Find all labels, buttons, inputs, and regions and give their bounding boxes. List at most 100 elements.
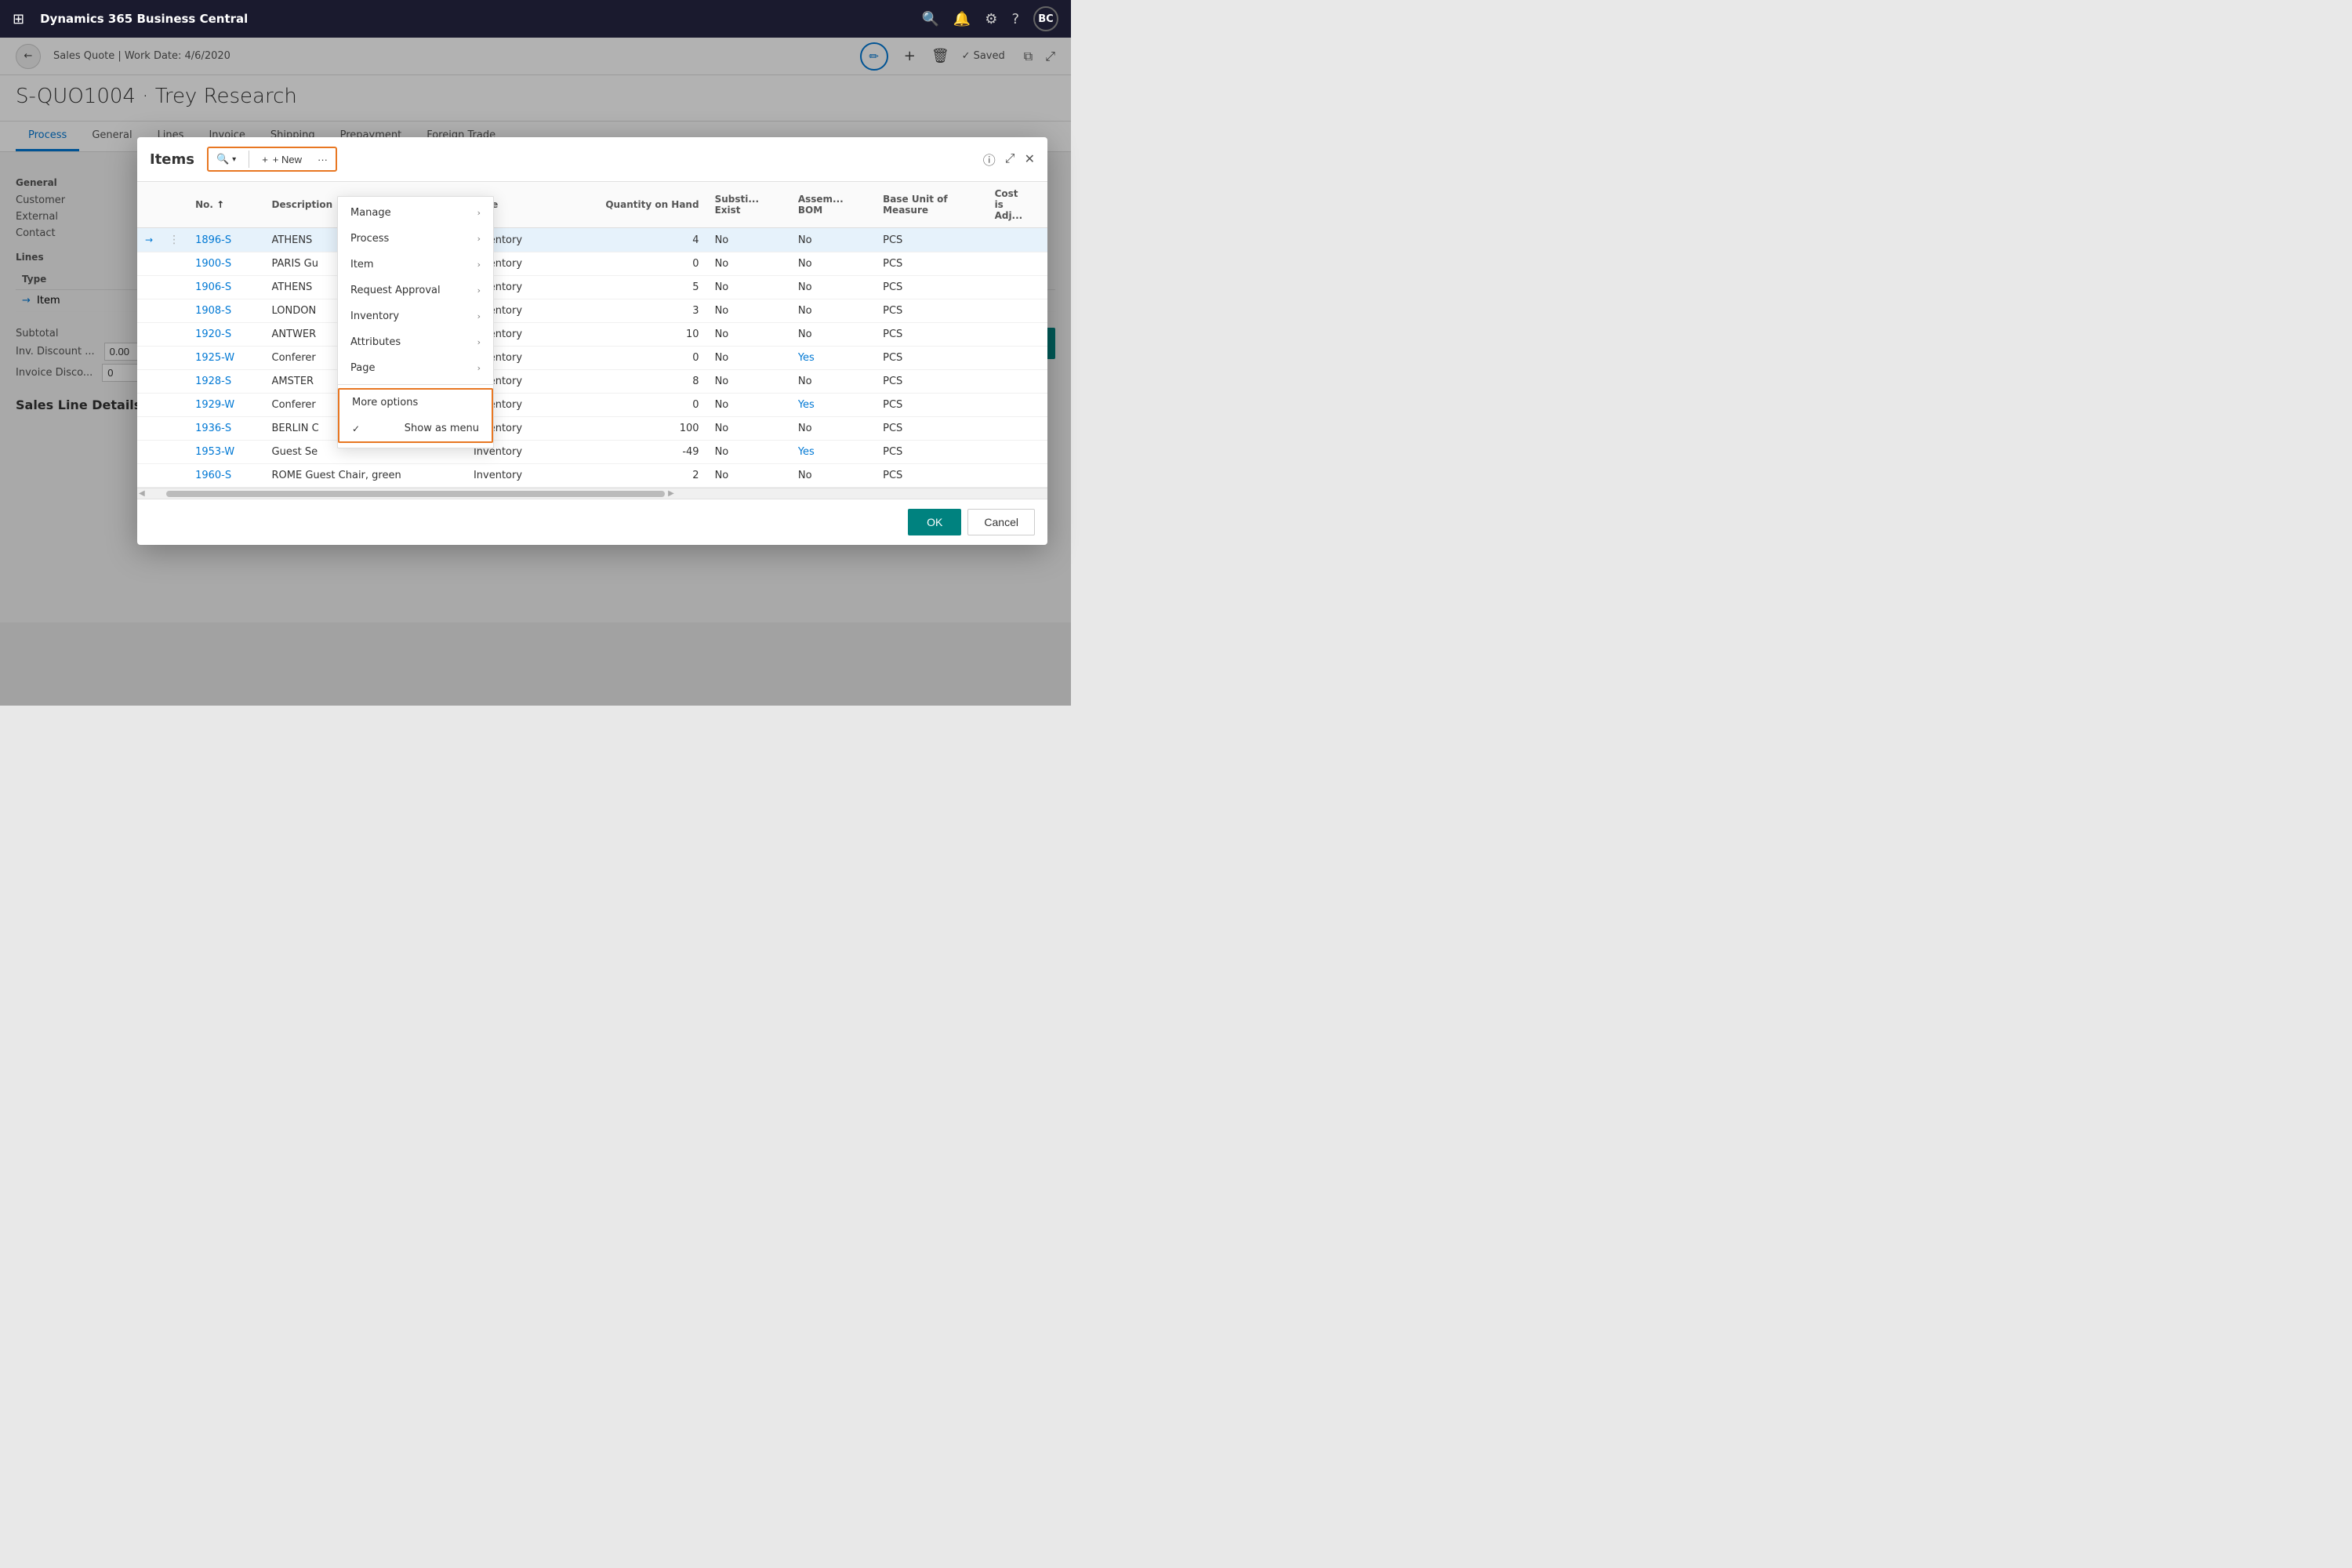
search-button[interactable]: 🔍 ▾ <box>210 150 242 169</box>
col-no[interactable]: No. ↑ <box>187 182 263 228</box>
no-cell[interactable]: 1908-S <box>187 299 263 323</box>
col-uom[interactable]: Base Unit ofMeasure <box>875 182 986 228</box>
col-indicator <box>137 182 161 228</box>
menu-item-item[interactable]: Item › <box>338 252 493 278</box>
table-row[interactable]: 1936-SBERLIN CInventory100NoNoPCS <box>137 417 1047 441</box>
subst-cell: No <box>707 228 790 252</box>
table-row[interactable]: 1960-SROME Guest Chair, greenInventory2N… <box>137 464 1047 488</box>
no-cell[interactable]: 1960-S <box>187 464 263 488</box>
info-icon[interactable]: ⓘ <box>983 150 996 169</box>
item-no-link[interactable]: 1920-S <box>195 328 231 340</box>
no-cell[interactable]: 1928-S <box>187 370 263 394</box>
item-no-link[interactable]: 1900-S <box>195 258 231 270</box>
item-no-link[interactable]: 1960-S <box>195 470 231 481</box>
no-cell[interactable]: 1920-S <box>187 323 263 347</box>
scroll-right-arrow[interactable]: ▶ <box>668 489 674 498</box>
qty-cell: 100 <box>555 417 707 441</box>
modal-footer: OK Cancel <box>137 499 1047 545</box>
menu-item-inventory[interactable]: Inventory › <box>338 303 493 329</box>
item-no-link[interactable]: 1936-S <box>195 423 231 434</box>
menu-item-attributes[interactable]: Attributes › <box>338 329 493 355</box>
item-no-link[interactable]: 1906-S <box>195 281 231 293</box>
uom-cell: PCS <box>875 370 986 394</box>
horizontal-scrollbar[interactable]: ◀ ▶ <box>137 488 1047 499</box>
table-row[interactable]: 1929-WConfererInventory0NoYesPCS <box>137 394 1047 417</box>
table-row[interactable]: 1928-SAMSTERInventory8NoNoPCS <box>137 370 1047 394</box>
col-subst[interactable]: Substi...Exist <box>707 182 790 228</box>
assem-cell: Yes <box>790 347 875 370</box>
subst-cell: No <box>707 323 790 347</box>
close-icon[interactable]: ✕ <box>1025 151 1035 167</box>
item-no-link[interactable]: 1925-W <box>195 352 234 364</box>
table-row[interactable]: 1953-WGuest SeInventory-49NoYesPCS <box>137 441 1047 464</box>
search-icon[interactable]: 🔍 <box>921 11 938 27</box>
no-cell[interactable]: 1925-W <box>187 347 263 370</box>
table-row[interactable]: 1920-SANTWERInventory10NoNoPCS <box>137 323 1047 347</box>
qty-cell: 3 <box>555 299 707 323</box>
cancel-button[interactable]: Cancel <box>967 509 1035 535</box>
col-assem[interactable]: Assem...BOM <box>790 182 875 228</box>
chevron-right-icon: › <box>477 311 481 321</box>
menu-item-label: Manage <box>350 207 391 219</box>
assem-cell: No <box>790 370 875 394</box>
no-cell[interactable]: 1929-W <box>187 394 263 417</box>
no-cell[interactable]: 1900-S <box>187 252 263 276</box>
table-row[interactable]: 1908-SLONDONInventory3NoNoPCS <box>137 299 1047 323</box>
scrollbar-thumb[interactable] <box>166 491 665 497</box>
table-row[interactable]: 1925-WConfererInventory0NoYesPCS <box>137 347 1047 370</box>
menu-item-page[interactable]: Page › <box>338 355 493 381</box>
item-no-link[interactable]: 1929-W <box>195 399 234 411</box>
expand-icon[interactable]: ⤢ <box>1005 152 1015 166</box>
toolbar-orange-highlight: 🔍 ▾ + + New ··· <box>207 147 337 172</box>
subst-cell: No <box>707 417 790 441</box>
ok-button[interactable]: OK <box>908 509 961 535</box>
item-no-link[interactable]: 1953-W <box>195 446 234 458</box>
cost-cell <box>987 276 1047 299</box>
no-cell[interactable]: 1896-S <box>187 228 263 252</box>
settings-icon[interactable]: ⚙ <box>985 11 997 27</box>
item-no-link[interactable]: 1896-S <box>195 234 231 246</box>
table-row[interactable]: →⋮1896-SATHENSInventory4NoNoPCS <box>137 228 1047 252</box>
menu-item-process[interactable]: Process › <box>338 226 493 252</box>
item-no-link[interactable]: 1908-S <box>195 305 231 317</box>
new-button[interactable]: + + New <box>256 151 308 169</box>
help-icon[interactable]: ? <box>1011 11 1019 27</box>
more-options-button[interactable]: ··· <box>311 151 334 169</box>
chevron-right-icon: › <box>477 260 481 270</box>
no-cell[interactable]: 1906-S <box>187 276 263 299</box>
assem-cell: No <box>790 323 875 347</box>
menu-item-label: Request Approval <box>350 285 441 296</box>
cost-cell <box>987 299 1047 323</box>
top-navigation: ⊞ Dynamics 365 Business Central 🔍 🔔 ⚙ ? … <box>0 0 1071 38</box>
qty-cell: 8 <box>555 370 707 394</box>
item-no-link[interactable]: 1928-S <box>195 376 231 387</box>
assem-cell: No <box>790 276 875 299</box>
row-arrow-cell <box>137 370 161 394</box>
assem-cell: No <box>790 464 875 488</box>
user-avatar[interactable]: BC <box>1033 6 1058 31</box>
menu-item-more-options[interactable]: More options <box>339 390 492 416</box>
modal-title: Items <box>150 151 194 168</box>
row-arrow-cell <box>137 441 161 464</box>
menu-divider <box>338 384 493 385</box>
scroll-left-arrow[interactable]: ◀ <box>139 489 145 498</box>
bell-icon[interactable]: 🔔 <box>953 11 971 27</box>
drag-handle[interactable]: ⋮ <box>169 234 180 246</box>
menu-item-label: Inventory <box>350 310 399 322</box>
menu-item-show-as-menu[interactable]: ✓ Show as menu <box>339 416 492 441</box>
no-cell[interactable]: 1936-S <box>187 417 263 441</box>
plus-icon: + <box>262 154 268 165</box>
menu-item-manage[interactable]: Manage › <box>338 200 493 226</box>
qty-cell: 0 <box>555 347 707 370</box>
col-drag <box>161 182 187 228</box>
menu-item-request-approval[interactable]: Request Approval › <box>338 278 493 303</box>
col-cost[interactable]: CostisAdj... <box>987 182 1047 228</box>
cost-cell <box>987 252 1047 276</box>
uom-cell: PCS <box>875 464 986 488</box>
grid-icon[interactable]: ⊞ <box>13 11 24 27</box>
search-chevron: ▾ <box>232 155 236 164</box>
table-row[interactable]: 1906-SATHENSInventory5NoNoPCS <box>137 276 1047 299</box>
no-cell[interactable]: 1953-W <box>187 441 263 464</box>
col-qty[interactable]: Quantity on Hand <box>555 182 707 228</box>
table-row[interactable]: 1900-SPARIS GuInventory0NoNoPCS <box>137 252 1047 276</box>
